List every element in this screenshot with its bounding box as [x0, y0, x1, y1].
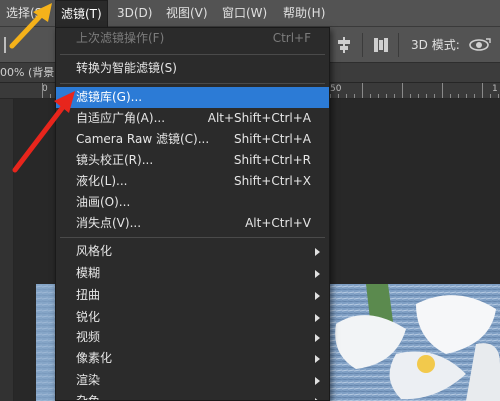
menu-item-filter-gallery[interactable]: 滤镜库(G)... [56, 87, 329, 108]
ruler-tick [50, 94, 51, 98]
menu-item-convert-smart-filter[interactable]: 转换为智能滤镜(S) [56, 58, 329, 79]
menu-item-label: 杂色 [76, 394, 101, 401]
tool-preset-handle [4, 37, 6, 53]
ruler-tick [458, 94, 459, 98]
menu-item-label: 锐化 [76, 310, 101, 324]
menu-select[interactable]: 选择(S) [6, 0, 47, 27]
ruler-tick [466, 94, 467, 98]
filter-menu: 上次滤镜操作(F) Ctrl+F 转换为智能滤镜(S) 滤镜库(G)... 自适… [55, 27, 330, 401]
menu-item-stylize[interactable]: 风格化 [56, 241, 329, 262]
menu-item-vanishing-point[interactable]: 消失点(V)... Alt+Ctrl+V [56, 213, 329, 234]
submenu-arrow-icon [315, 270, 320, 278]
menu-item-lens-correction[interactable]: 镜头校正(R)... Shift+Ctrl+R [56, 150, 329, 171]
align-center-icon[interactable] [335, 36, 353, 54]
menu-item-label: 转换为智能滤镜(S) [76, 61, 177, 75]
options-separator [398, 33, 399, 57]
ruler-tick [330, 94, 331, 98]
ruler-tick [410, 94, 411, 98]
menu-item-blur[interactable]: 模糊 [56, 263, 329, 284]
submenu-arrow-icon [315, 355, 320, 363]
ruler-tick [378, 94, 379, 98]
ruler-tick [482, 83, 483, 98]
menu-view[interactable]: 视图(V) [166, 0, 208, 27]
submenu-arrow-icon [315, 292, 320, 300]
menu-item-label: 上次滤镜操作(F) [76, 31, 165, 45]
options-separator [362, 33, 363, 57]
menu-item-shortcut: Alt+Shift+Ctrl+A [207, 111, 311, 125]
ruler-tick [426, 94, 427, 98]
menu-bar: 选择(S) 滤镜(T) 3D(D) 视图(V) 窗口(W) 帮助(H) [0, 0, 500, 28]
ruler-tick [498, 94, 499, 98]
ruler-tick [346, 94, 347, 98]
menu-filter[interactable]: 滤镜(T) [55, 0, 108, 28]
menu-item-camera-raw[interactable]: Camera Raw 滤镜(C)... Shift+Ctrl+A [56, 129, 329, 150]
menu-item-adaptive-wide-angle[interactable]: 自适应广角(A)... Alt+Shift+Ctrl+A [56, 108, 329, 129]
menu-item-liquify[interactable]: 液化(L)... Shift+Ctrl+X [56, 171, 329, 192]
ruler-tick [42, 83, 43, 98]
menu-item-render[interactable]: 渲染 [56, 370, 329, 391]
submenu-arrow-icon [315, 377, 320, 385]
3d-mode-label: 3D 模式: [411, 38, 460, 52]
ruler-tick [370, 94, 371, 98]
menu-item-label: 滤镜库(G)... [76, 90, 143, 104]
menu-item-shortcut: Shift+Ctrl+R [233, 153, 311, 167]
ruler-tick [450, 94, 451, 98]
ruler-tick [394, 94, 395, 98]
ruler-tick [418, 94, 419, 98]
menu-item-video[interactable]: 视频 [56, 327, 329, 348]
vertical-ruler[interactable] [0, 99, 14, 401]
menu-item-shortcut: Ctrl+F [272, 31, 311, 45]
ruler-tick [490, 94, 491, 98]
ruler-tick [338, 94, 339, 98]
ruler-tick [354, 94, 355, 98]
ruler-tick [362, 83, 363, 98]
menu-item-shortcut: Alt+Ctrl+V [245, 216, 311, 230]
menu-item-pixelate[interactable]: 像素化 [56, 348, 329, 369]
ruler-tick [402, 83, 403, 98]
submenu-arrow-icon [315, 314, 320, 322]
distribute-icon[interactable] [372, 36, 390, 54]
ruler-tick [442, 83, 443, 98]
ruler-tick [474, 94, 475, 98]
ruler-tick [434, 94, 435, 98]
menu-item-sharpen[interactable]: 锐化 [56, 307, 329, 328]
menu-item-label: 风格化 [76, 244, 113, 258]
menu-separator [60, 54, 325, 55]
menu-item-oil-paint[interactable]: 油画(O)... [56, 192, 329, 213]
menu-item-label: 扭曲 [76, 288, 101, 302]
submenu-arrow-icon [315, 248, 320, 256]
ruler-label: 1 [492, 84, 498, 94]
menu-item-label: 像素化 [76, 351, 113, 365]
menu-item-distort[interactable]: 扭曲 [56, 285, 329, 306]
menu-item-label: 视频 [76, 330, 101, 344]
menu-item-label: 模糊 [76, 266, 101, 280]
menu-help[interactable]: 帮助(H) [283, 0, 325, 27]
ruler-label: 50 [330, 84, 342, 94]
rotate-3d-icon[interactable] [468, 35, 494, 55]
menu-window[interactable]: 窗口(W) [222, 0, 267, 27]
menu-item-label: 液化(L)... [76, 174, 128, 188]
menu-item-label: 油画(O)... [76, 195, 131, 209]
menu-item-label: 镜头校正(R)... [76, 153, 154, 167]
menu-item-label: Camera Raw 滤镜(C)... [76, 132, 210, 146]
menu-3d[interactable]: 3D(D) [117, 0, 152, 27]
menu-item-shortcut: Shift+Ctrl+X [234, 174, 311, 188]
menu-item-last-filter[interactable]: 上次滤镜操作(F) Ctrl+F [56, 28, 329, 49]
document-tab-title: 00% (背景 [0, 66, 55, 79]
submenu-arrow-icon [315, 334, 320, 342]
menu-separator [60, 83, 325, 84]
menu-item-label: 消失点(V)... [76, 216, 142, 230]
menu-separator [60, 237, 325, 238]
menu-item-label: 渲染 [76, 373, 101, 387]
menu-item-shortcut: Shift+Ctrl+A [234, 132, 311, 146]
menu-item-noise[interactable]: 杂色 [56, 391, 329, 401]
menu-item-label: 自适应广角(A)... [76, 111, 166, 125]
ruler-tick [386, 94, 387, 98]
